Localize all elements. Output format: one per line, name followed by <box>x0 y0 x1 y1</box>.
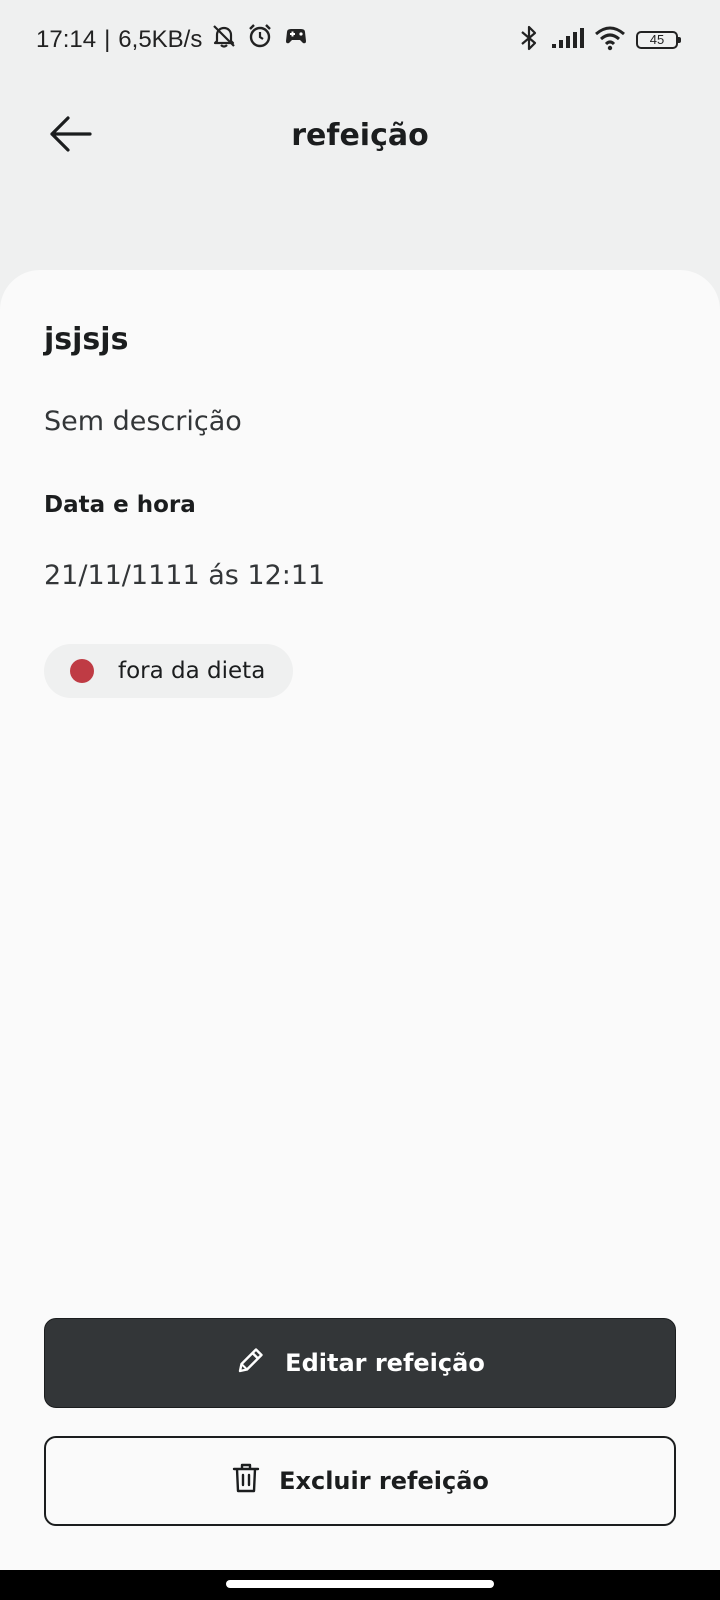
delete-meal-label: Excluir refeição <box>279 1467 489 1495</box>
app-header: refeição <box>0 80 720 270</box>
battery-level: 45 <box>649 32 665 47</box>
meal-description: Sem descrição <box>44 406 242 437</box>
status-left: 17:14 | 6,5KB/s <box>36 22 310 57</box>
diet-status-badge: fora da dieta <box>44 644 294 698</box>
status-separator: | <box>104 25 111 53</box>
edit-meal-button[interactable]: Editar refeição <box>44 1318 676 1408</box>
diet-status-label: fora da dieta <box>118 658 266 684</box>
game-controller-icon <box>282 22 310 57</box>
status-right: 45 <box>518 24 681 56</box>
trash-icon <box>231 1461 261 1501</box>
datetime-value: 21/11/1111 ás 12:11 <box>44 560 326 591</box>
wifi-icon <box>594 25 626 55</box>
alarm-icon <box>246 22 274 57</box>
notifications-off-icon <box>210 22 238 57</box>
status-dot-icon <box>70 659 94 683</box>
status-time: 17:14 <box>36 25 97 53</box>
edit-meal-label: Editar refeição <box>285 1349 485 1377</box>
home-indicator[interactable] <box>226 1580 494 1588</box>
signal-icon <box>550 26 584 54</box>
datetime-label: Data e hora <box>44 492 196 518</box>
meal-name: jsjsjs <box>44 322 129 357</box>
pencil-icon <box>235 1344 267 1382</box>
battery-icon: 45 <box>636 31 681 49</box>
network-speed: 6,5KB/s <box>118 25 203 53</box>
page-title: refeição <box>291 118 429 153</box>
meal-detail-card: jsjsjs Sem descrição Data e hora 21/11/1… <box>0 270 720 1570</box>
system-nav-bar <box>0 1570 720 1600</box>
delete-meal-button[interactable]: Excluir refeição <box>44 1436 676 1526</box>
status-bar: 17:14 | 6,5KB/s 45 <box>0 0 720 80</box>
bluetooth-icon <box>518 24 540 56</box>
